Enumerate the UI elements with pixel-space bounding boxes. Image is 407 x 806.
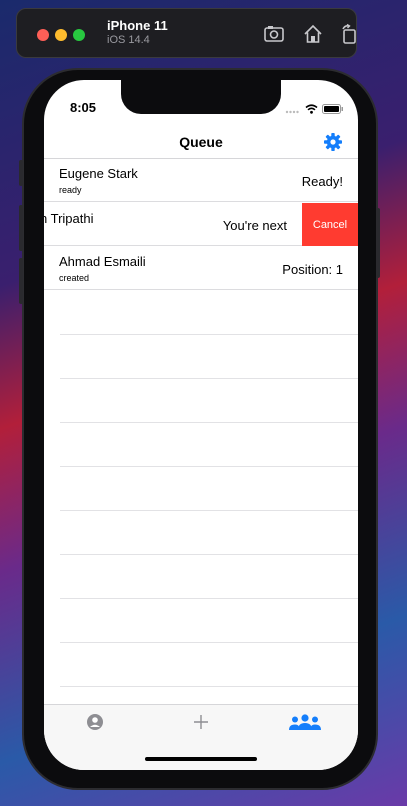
separator bbox=[60, 510, 358, 511]
separator bbox=[60, 686, 358, 687]
queue-row[interactable]: Eugene Stark ready Ready! bbox=[44, 159, 358, 202]
notch bbox=[121, 80, 281, 114]
plus-icon bbox=[194, 715, 208, 729]
separator bbox=[60, 642, 358, 643]
app-screen: 8:05 Queue Eugene Stark ready Ready! n T… bbox=[44, 80, 358, 770]
row-name: Ahmad Esmaili bbox=[59, 254, 146, 269]
queue-row[interactable]: Ahmad Esmaili created Position: 1 bbox=[44, 247, 358, 290]
volume-down-button bbox=[19, 258, 23, 304]
separator bbox=[60, 598, 358, 599]
simulator-device-name: iPhone 11 bbox=[107, 18, 168, 33]
minimize-window-button[interactable] bbox=[55, 29, 67, 41]
separator bbox=[60, 378, 358, 379]
separator bbox=[60, 554, 358, 555]
status-icons bbox=[285, 101, 344, 119]
zoom-window-button[interactable] bbox=[73, 29, 85, 41]
person-circle-icon bbox=[87, 714, 103, 730]
row-name: Eugene Stark bbox=[59, 166, 138, 181]
close-window-button[interactable] bbox=[37, 29, 49, 41]
battery-icon bbox=[322, 101, 344, 119]
queue-row-swiped[interactable]: n Tripathi You're next Cancel bbox=[44, 203, 358, 246]
status-time: 8:05 bbox=[70, 100, 97, 115]
power-button bbox=[376, 208, 380, 278]
home-icon[interactable] bbox=[302, 23, 324, 45]
volume-up-button bbox=[19, 205, 23, 251]
tab-add[interactable] bbox=[186, 711, 216, 733]
wifi-icon bbox=[305, 101, 318, 119]
screenshot-icon[interactable] bbox=[263, 23, 285, 45]
group-icon bbox=[289, 714, 321, 730]
separator bbox=[60, 466, 358, 467]
row-name: n Tripathi bbox=[44, 211, 94, 226]
gear-icon[interactable] bbox=[323, 132, 343, 152]
simulator-toolbar: iPhone 11 iOS 14.4 bbox=[16, 8, 357, 58]
home-indicator[interactable] bbox=[145, 757, 257, 761]
row-status: ready bbox=[59, 185, 82, 195]
navigation-bar: Queue bbox=[44, 124, 358, 159]
tab-profile[interactable] bbox=[80, 711, 110, 733]
row-position: You're next bbox=[222, 218, 287, 233]
page-title: Queue bbox=[179, 134, 223, 150]
separator bbox=[60, 422, 358, 423]
simulator-os-version: iOS 14.4 bbox=[107, 34, 150, 46]
cancel-button[interactable]: Cancel bbox=[302, 203, 358, 246]
cellular-signal-icon bbox=[285, 101, 301, 119]
row-position: Ready! bbox=[301, 174, 343, 189]
rotate-icon[interactable] bbox=[338, 23, 360, 45]
tab-queue[interactable] bbox=[287, 711, 323, 733]
row-status: created bbox=[59, 273, 90, 283]
mute-switch bbox=[19, 160, 23, 186]
row-position: Position: 1 bbox=[282, 262, 343, 277]
separator bbox=[60, 334, 358, 335]
